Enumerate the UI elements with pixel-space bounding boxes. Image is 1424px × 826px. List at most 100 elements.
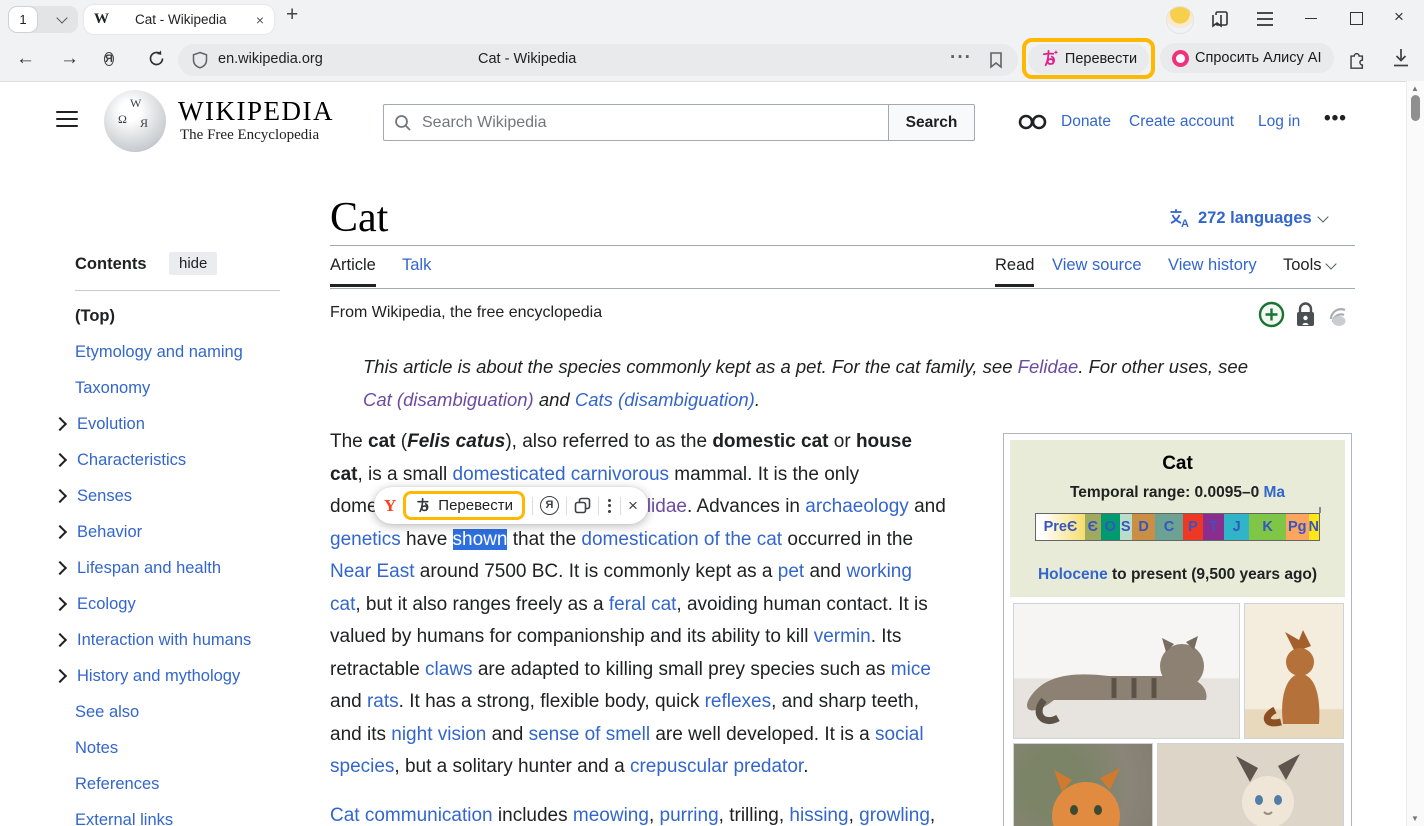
wiki-link[interactable]: claws [425, 659, 473, 680]
yandex-search-icon[interactable]: Я [540, 496, 559, 515]
forward-button[interactable]: → [60, 48, 79, 70]
wiki-link[interactable]: domesticated [453, 464, 566, 485]
timeline-segment[interactable]: N [1309, 514, 1319, 540]
wiki-link[interactable]: social [875, 724, 924, 745]
log-in-link[interactable]: Log in [1258, 113, 1300, 131]
address-bar[interactable]: en.wikipedia.org Cat - Wikipedia ··· [178, 44, 1018, 76]
wiki-link[interactable]: pet [778, 561, 804, 582]
timeline-segment[interactable]: T [1203, 514, 1224, 540]
sidebar-item[interactable]: Behavior [53, 514, 293, 550]
wiki-link[interactable]: rats [367, 691, 399, 712]
wiki-link[interactable]: crepuscular predator [630, 756, 803, 777]
timeline-segment[interactable]: S [1120, 514, 1132, 540]
wiki-link[interactable]: archaeology [805, 496, 909, 517]
expand-chevron-icon[interactable] [53, 597, 67, 611]
profile-avatar[interactable] [1166, 6, 1194, 34]
yandex-logo-icon[interactable]: Y [384, 496, 396, 516]
contents-hide-button[interactable]: hide [169, 252, 217, 275]
wiki-main-menu-icon[interactable] [56, 111, 78, 132]
wiki-link[interactable]: night vision [391, 724, 486, 745]
spoken-article-icon[interactable] [1327, 303, 1352, 328]
expand-chevron-icon[interactable] [53, 417, 67, 431]
sidebar-item[interactable]: Characteristics [53, 442, 293, 478]
yandex-home-icon[interactable]: Я [104, 49, 114, 67]
sidebar-item[interactable]: Etymology and naming [53, 334, 293, 370]
wikipedia-globe-logo[interactable]: WΩЯ [104, 90, 166, 152]
page-protection-lock-icon[interactable] [1293, 301, 1318, 329]
address-more-icon[interactable]: ··· [950, 47, 972, 69]
side-panel-icon[interactable] [1210, 9, 1230, 29]
wiki-link[interactable]: mice [891, 659, 931, 680]
ginger-cat-photo[interactable] [1013, 743, 1153, 826]
popup-close-icon[interactable]: × [628, 496, 638, 516]
wiki-link[interactable]: vermin [814, 626, 871, 647]
ask-alice-button[interactable]: Спросить Алису AI [1160, 43, 1334, 73]
timeline-segment[interactable]: Є [1085, 514, 1101, 540]
holocene-link[interactable]: Holocene [1038, 566, 1108, 583]
popup-translate-button-highlighted[interactable]: Перевести [403, 491, 525, 520]
tab-tools[interactable]: Tools [1283, 256, 1335, 275]
tab-talk[interactable]: Talk [402, 256, 431, 275]
wiki-link[interactable]: reflexes [705, 691, 772, 712]
languages-button[interactable]: A 272 languages [1168, 207, 1327, 229]
wiki-link[interactable]: purring [660, 805, 719, 826]
more-options-icon[interactable] [606, 499, 613, 513]
wiki-link[interactable]: working [846, 561, 911, 582]
sidebar-item[interactable]: History and mythology [53, 658, 293, 694]
tab-view-source[interactable]: View source [1052, 256, 1142, 275]
back-button[interactable]: ← [16, 48, 35, 70]
wiki-link[interactable]: carnivorous [571, 464, 669, 485]
tab-view-history[interactable]: View history [1168, 256, 1257, 275]
sidebar-item[interactable]: See also [53, 694, 293, 730]
expand-chevron-icon[interactable] [53, 633, 67, 647]
scroll-down-icon[interactable]: ▼ [1411, 814, 1419, 823]
wiki-link[interactable]: Cat (disambiguation) [363, 389, 534, 410]
expand-chevron-icon[interactable] [53, 453, 67, 467]
wiki-user-menu-icon[interactable]: ••• [1324, 108, 1347, 130]
tab-article[interactable]: Article [330, 256, 376, 287]
timeline-segment[interactable]: J [1224, 514, 1249, 540]
maximize-button[interactable] [1350, 10, 1363, 25]
extensions-puzzle-icon[interactable] [1347, 48, 1368, 69]
wiki-link[interactable]: feral cat [609, 594, 677, 615]
tab-read[interactable]: Read [995, 256, 1034, 287]
wiki-link[interactable]: sense of smell [529, 724, 650, 745]
tab-counter-button[interactable]: 1 [8, 6, 38, 33]
search-input[interactable] [420, 113, 888, 133]
wiki-link[interactable]: hissing [789, 805, 848, 826]
new-tab-button[interactable]: + [286, 3, 298, 27]
interwiki-icon[interactable] [1018, 114, 1047, 130]
timeline-segment[interactable]: C [1155, 514, 1182, 540]
timeline-segment[interactable]: Pg [1286, 514, 1309, 540]
page-scrollbar[interactable]: ▲ ▼ [1406, 81, 1424, 826]
wiki-link[interactable]: meowing [573, 805, 649, 826]
timeline-segment[interactable]: P [1183, 514, 1204, 540]
wiki-link[interactable]: cat [330, 594, 355, 615]
good-article-icon[interactable] [1258, 301, 1285, 328]
abyssinian-cat-photo[interactable] [1244, 603, 1344, 739]
create-account-link[interactable]: Create account [1129, 113, 1234, 131]
minimize-button[interactable] [1305, 10, 1317, 19]
selection-toolbar-popup[interactable]: Y Перевести Я × [374, 487, 648, 524]
site-security-shield-icon[interactable] [191, 51, 209, 69]
wiki-link[interactable]: Cat communication [330, 805, 493, 826]
wiki-link[interactable]: Cats (disambiguation) [575, 389, 755, 410]
expand-chevron-icon[interactable] [53, 561, 67, 575]
sidebar-item[interactable]: Notes [53, 730, 293, 766]
reload-icon[interactable] [147, 49, 166, 68]
scroll-up-icon[interactable]: ▲ [1411, 84, 1419, 93]
tab-close-icon[interactable]: × [256, 12, 264, 28]
sidebar-item[interactable]: Lifespan and health [53, 550, 293, 586]
sidebar-item[interactable]: External links [53, 802, 293, 826]
scrollbar-thumb[interactable] [1411, 95, 1420, 121]
sidebar-item[interactable]: Senses [53, 478, 293, 514]
expand-chevron-icon[interactable] [53, 669, 67, 683]
browser-tab[interactable]: W Cat - Wikipedia × [84, 5, 274, 34]
wiki-link[interactable]: domestication of the cat [581, 529, 782, 550]
timeline-segment[interactable]: D [1132, 514, 1156, 540]
wiki-link[interactable]: species [330, 756, 394, 777]
timeline-segment[interactable]: K [1249, 514, 1286, 540]
wiki-link[interactable]: Felidae [1018, 356, 1079, 377]
expand-chevron-icon[interactable] [53, 489, 67, 503]
chevron-down-icon[interactable] [56, 12, 67, 23]
